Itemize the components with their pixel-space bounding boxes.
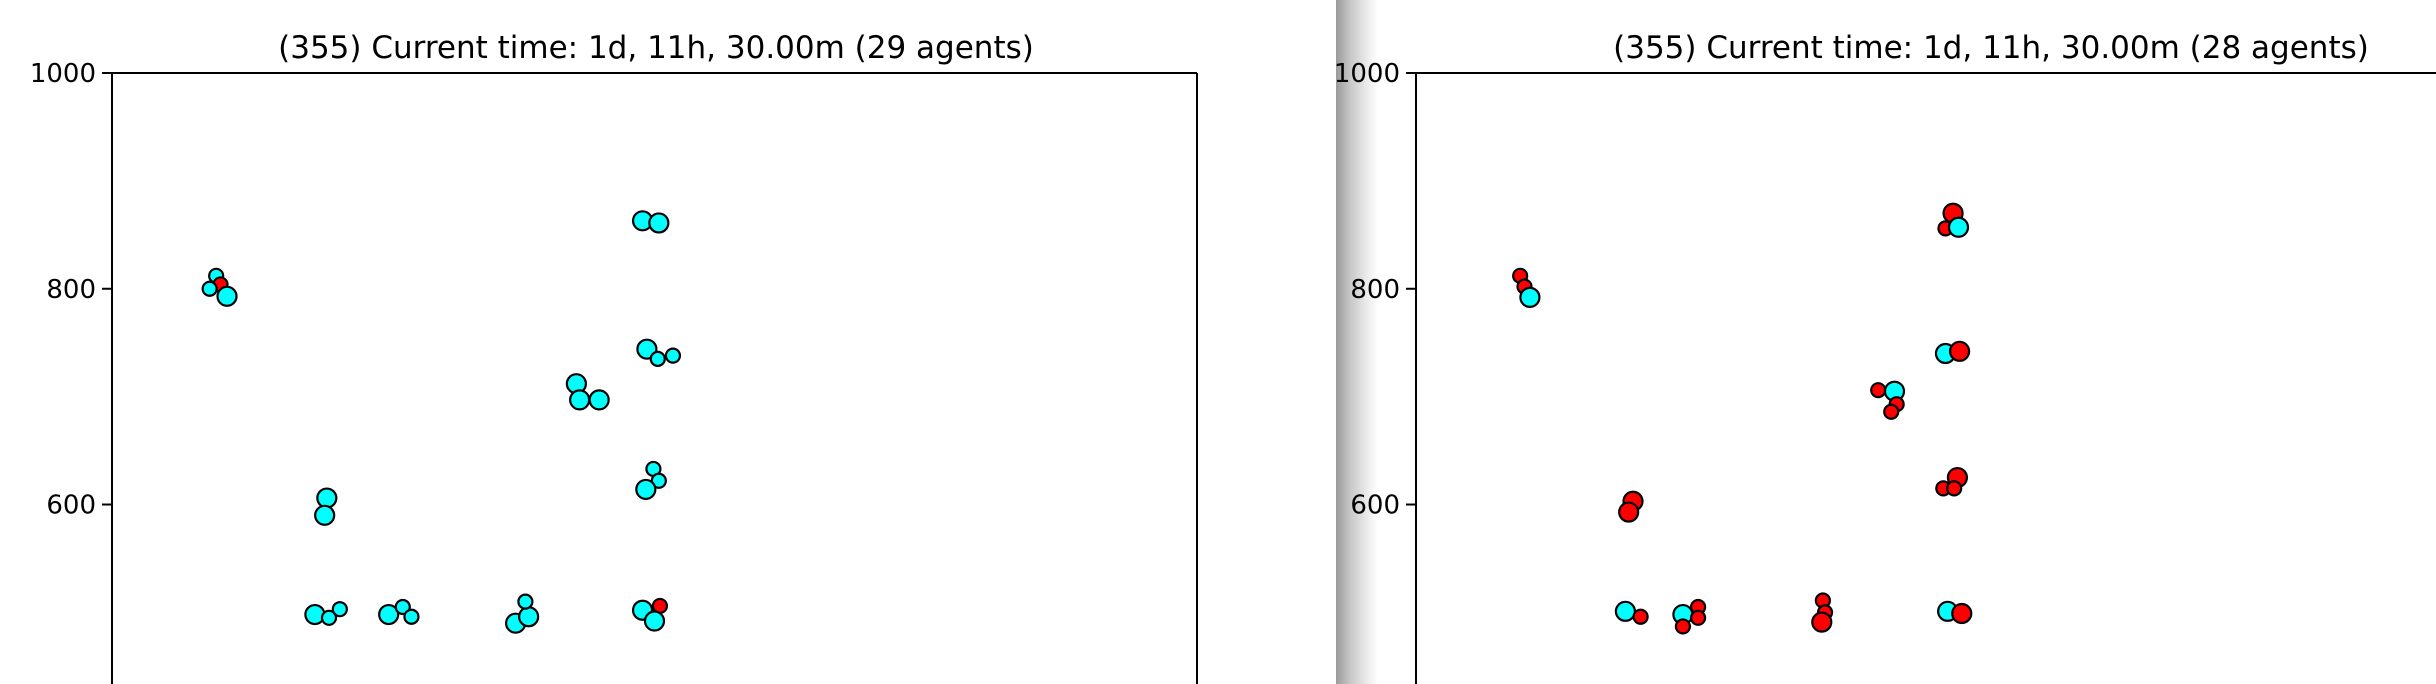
cyan-agent-point <box>403 608 420 625</box>
right-scatter-chart: (355) Current time: 1d, 11h, 30.00m (28 … <box>1336 30 2436 684</box>
cyan-agent-point <box>664 347 682 364</box>
axes: 1000 800 600 <box>1336 59 2436 684</box>
cyan-agent-point <box>201 280 218 297</box>
cyan-agent-point <box>643 610 666 632</box>
red-agent-point <box>1690 609 1707 626</box>
red-agent-point <box>1948 340 1971 362</box>
y-tick-label: 600 <box>46 491 96 521</box>
red-agent-point <box>1946 480 1963 497</box>
right-plot-panel: (355) Current time: 1d, 11h, 30.00m (28 … <box>1336 0 2436 684</box>
cyan-agent-point <box>518 606 540 628</box>
cyan-agent-point <box>304 603 326 626</box>
cyan-agent-point <box>569 389 591 411</box>
chart-title: (355) Current time: 1d, 11h, 30.00m (28 … <box>1613 30 2369 66</box>
red-agent-point <box>1883 403 1900 420</box>
cyan-agent-point <box>1947 216 1970 238</box>
cyan-agent-point <box>635 478 657 501</box>
red-agent-point <box>1618 501 1640 523</box>
data-points <box>1512 202 1973 635</box>
cyan-agent-point <box>649 350 666 367</box>
y-tick-label: 800 <box>46 275 96 305</box>
cyan-agent-point <box>1614 600 1637 622</box>
chart-title: (355) Current time: 1d, 11h, 30.00m (29 … <box>278 30 1034 66</box>
left-scatter-chart: (355) Current time: 1d, 11h, 30.00m (29 … <box>30 30 1198 684</box>
y-tick-label: 1000 <box>1336 59 1400 89</box>
left-plot-panel: (355) Current time: 1d, 11h, 30.00m (29 … <box>0 0 1336 684</box>
red-agent-point <box>1870 382 1887 399</box>
cyan-agent-point <box>314 504 336 526</box>
red-agent-point <box>1632 608 1649 625</box>
y-tick-label: 1000 <box>30 59 96 89</box>
cyan-agent-point <box>216 285 238 307</box>
cyan-agent-point <box>648 212 670 234</box>
red-agent-point <box>1811 611 1833 633</box>
red-agent-point <box>1674 618 1692 635</box>
red-agent-point <box>1951 602 1973 625</box>
cyan-agent-point <box>331 601 348 618</box>
y-tick-label: 600 <box>1350 491 1400 521</box>
cyan-agent-point <box>517 593 534 610</box>
cyan-agent-point <box>588 389 610 411</box>
cyan-agent-point <box>1519 286 1541 308</box>
cyan-agent-point <box>316 487 338 509</box>
axes: 1000 800 600 <box>30 59 1198 684</box>
y-tick-label: 800 <box>1350 275 1400 305</box>
data-points <box>201 210 682 634</box>
